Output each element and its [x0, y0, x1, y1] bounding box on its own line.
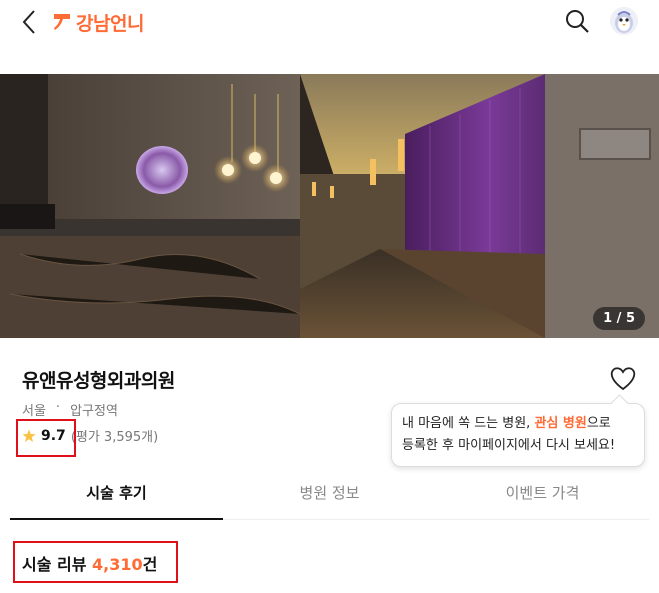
avatar[interactable]: [609, 6, 639, 36]
location-station: 압구정역: [70, 404, 118, 419]
tab-event-prices[interactable]: 이벤트 가격: [436, 466, 649, 519]
rating-highlight-box: [16, 419, 76, 457]
tooltip-text-pre: 내 마음에 쏙 드는 병원,: [402, 416, 535, 431]
logo-text: 강남언니: [76, 12, 144, 35]
avatar-icon: [610, 7, 638, 35]
search-icon: [566, 10, 589, 33]
rating-count: (평가 3,595개): [70, 430, 159, 445]
app-header: 강남언니: [0, 0, 659, 44]
hospital-location: 서울 · 압구정역: [22, 400, 118, 419]
tooltip-line-1: 내 마음에 쏙 드는 병원, 관심 병원으로: [402, 413, 634, 435]
hospital-name: 유앤유성형외과의원: [22, 370, 175, 392]
tab-hospital-info[interactable]: 병원 정보: [223, 466, 436, 519]
tooltip-text-post: 으로: [586, 416, 611, 431]
tooltip-line-2: 등록한 후 마이페이지에서 다시 보세요!: [402, 438, 616, 453]
heart-icon: [610, 367, 636, 391]
brand-logo[interactable]: 강남언니: [52, 8, 144, 36]
back-button[interactable]: [14, 6, 46, 38]
search-button[interactable]: [562, 6, 592, 36]
lobby-photo-image: [0, 74, 659, 338]
logo-mark-icon: [54, 14, 70, 30]
tab-procedure-reviews[interactable]: 시술 후기: [10, 466, 223, 520]
image-pager: 1 / 5: [593, 307, 645, 330]
review-highlight-box: [13, 541, 178, 583]
favorite-tooltip: 내 마음에 쏙 드는 병원, 관심 병원으로 등록한 후 마이페이지에서 다시 …: [391, 403, 645, 467]
chevron-left-icon: [22, 10, 35, 34]
tooltip-accent-text: 관심 병원: [534, 416, 587, 431]
hospital-tabs: 시술 후기 병원 정보 이벤트 가격: [10, 466, 649, 520]
hospital-photo[interactable]: 1 / 5: [0, 74, 659, 338]
location-city: 서울: [22, 404, 46, 419]
favorite-button[interactable]: [608, 364, 638, 392]
location-separator: ·: [55, 400, 61, 415]
